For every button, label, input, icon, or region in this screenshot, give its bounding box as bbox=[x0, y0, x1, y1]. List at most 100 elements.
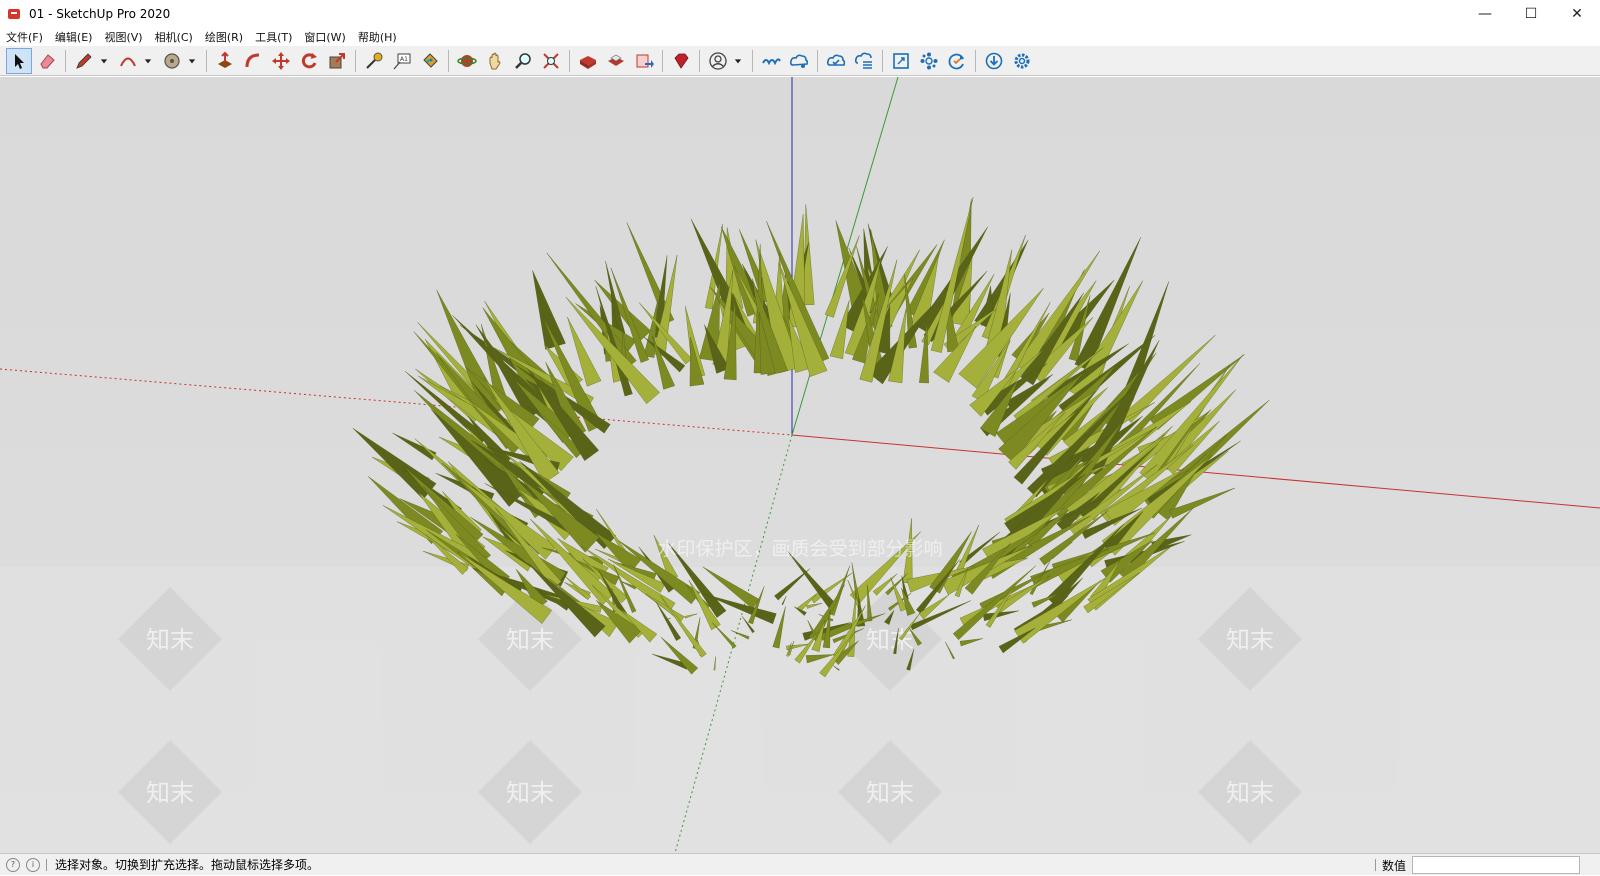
account-dropdown-chevron-icon[interactable] bbox=[733, 48, 743, 74]
push-pull-tool-button[interactable] bbox=[212, 48, 238, 74]
toolbar-separator bbox=[975, 49, 976, 72]
watermark-tile-text: 知末 bbox=[866, 779, 914, 807]
send-to-layout-button[interactable] bbox=[631, 48, 657, 74]
geo-location-icon[interactable]: ? bbox=[6, 857, 20, 872]
info-icon[interactable]: i bbox=[26, 857, 40, 872]
components-icon bbox=[920, 52, 938, 69]
eraser-icon bbox=[40, 53, 55, 68]
move-icon bbox=[272, 51, 290, 70]
grass-leaf bbox=[689, 337, 705, 387]
menu-window[interactable]: 窗口(W) bbox=[298, 29, 351, 45]
minimize-button[interactable]: — bbox=[1462, 0, 1508, 28]
refresh-button[interactable] bbox=[944, 48, 970, 74]
extension-warehouse-icon bbox=[608, 54, 624, 66]
circle-tool-button[interactable] bbox=[159, 48, 185, 74]
layout-icon bbox=[636, 54, 654, 68]
svg-text:A1: A1 bbox=[400, 56, 408, 63]
sketchup-logo-icon bbox=[8, 9, 20, 19]
close-button[interactable]: ✕ bbox=[1554, 0, 1600, 28]
download-button[interactable] bbox=[981, 48, 1007, 74]
toolbar-separator bbox=[752, 49, 753, 72]
measurements-label: 数值 bbox=[1381, 858, 1406, 873]
menu-bar: 文件(F) 编辑(E) 视图(V) 相机(C) 绘图(R) 工具(T) 窗口(W… bbox=[0, 28, 1600, 46]
settings-button[interactable] bbox=[1009, 48, 1035, 74]
account-button[interactable] bbox=[705, 48, 731, 74]
maximize-button[interactable]: ☐ bbox=[1508, 0, 1554, 28]
eraser-tool-button[interactable] bbox=[34, 48, 60, 74]
arc-tool-button[interactable] bbox=[115, 48, 141, 74]
extension-warehouse-button[interactable] bbox=[603, 48, 629, 74]
toolbar-separator bbox=[448, 49, 449, 72]
menu-file[interactable]: 文件(F) bbox=[0, 29, 49, 45]
cloud-sync-icon bbox=[826, 54, 846, 66]
rotate-icon bbox=[301, 52, 317, 68]
rotate-tool-button[interactable] bbox=[296, 48, 322, 74]
menu-camera[interactable]: 相机(C) bbox=[149, 29, 199, 45]
text-tool-button[interactable]: A1 bbox=[389, 48, 415, 74]
watermark-tile-text: 知末 bbox=[1226, 626, 1274, 654]
text-icon: A1 bbox=[393, 53, 411, 69]
zoom-extents-tool-button[interactable] bbox=[538, 48, 564, 74]
orbit-tool-button[interactable] bbox=[454, 48, 480, 74]
tape-measure-icon bbox=[366, 52, 383, 69]
select-tool-button[interactable] bbox=[6, 47, 32, 74]
pan-tool-button[interactable] bbox=[482, 48, 508, 74]
arc-dropdown-chevron-icon[interactable] bbox=[143, 48, 153, 74]
account-icon bbox=[709, 51, 727, 70]
toolbar-separator bbox=[817, 49, 818, 72]
shape-dropdown-chevron-icon[interactable] bbox=[187, 48, 197, 74]
follow-me-icon bbox=[245, 53, 260, 67]
cloud-list-icon bbox=[854, 52, 872, 69]
cloud-list-button[interactable] bbox=[851, 48, 877, 74]
follow-me-tool-button[interactable] bbox=[240, 48, 266, 74]
cloud-sync-button[interactable] bbox=[823, 48, 849, 74]
toolbar-separator bbox=[882, 49, 883, 72]
push-pull-icon bbox=[218, 51, 232, 68]
status-separator bbox=[46, 858, 47, 871]
pan-icon bbox=[489, 52, 501, 69]
toolbar-separator bbox=[569, 49, 570, 72]
trimble-share-icon bbox=[789, 54, 809, 68]
trimble-connect-icon bbox=[762, 57, 781, 65]
viewport-button[interactable] bbox=[888, 48, 914, 74]
move-tool-button[interactable] bbox=[268, 48, 294, 74]
tape-measure-tool-button[interactable] bbox=[361, 48, 387, 74]
main-toolbar: A1 bbox=[0, 46, 1600, 76]
watermark-tile-text: 知末 bbox=[1226, 779, 1274, 807]
toolbar-separator bbox=[355, 49, 356, 72]
pencil-dropdown-chevron-icon[interactable] bbox=[99, 48, 109, 74]
watermark-text: 水印保护区，画质会受到部分影响 bbox=[657, 538, 942, 560]
3d-warehouse-button[interactable] bbox=[575, 48, 601, 74]
trimble-connect-button[interactable] bbox=[758, 48, 784, 74]
components-button[interactable] bbox=[916, 48, 942, 74]
menu-view[interactable]: 视图(V) bbox=[98, 29, 148, 45]
ruby-console-button[interactable] bbox=[668, 48, 694, 74]
paint-bucket-tool-button[interactable] bbox=[417, 48, 443, 74]
pencil-tool-button[interactable] bbox=[71, 48, 97, 74]
window-controls: — ☐ ✕ bbox=[1462, 0, 1600, 28]
scale-tool-button[interactable] bbox=[324, 48, 350, 74]
orbit-icon bbox=[457, 54, 477, 67]
watermark-tile-text: 知末 bbox=[146, 626, 194, 654]
select-icon bbox=[15, 53, 24, 69]
refresh-icon bbox=[948, 53, 964, 69]
viewport-icon bbox=[893, 52, 909, 69]
circle-icon bbox=[164, 52, 180, 69]
arc-icon bbox=[120, 57, 136, 66]
drawing-viewport[interactable]: 知末 知末 知末 知末 知末 知末 知末 知末 水印保护区，画质会受到部分影响 bbox=[0, 77, 1600, 853]
status-separator bbox=[1374, 859, 1376, 871]
status-message: 选择对象。切换到扩充选择。拖动鼠标选择多项。 bbox=[55, 858, 320, 872]
zoom-tool-button[interactable] bbox=[510, 48, 536, 74]
menu-edit[interactable]: 编辑(E) bbox=[49, 29, 99, 45]
paint-bucket-icon bbox=[423, 52, 438, 68]
watermark-tile-text: 知末 bbox=[506, 626, 554, 654]
menu-draw[interactable]: 绘图(R) bbox=[199, 29, 249, 45]
measurements-input[interactable] bbox=[1412, 856, 1580, 874]
3d-warehouse-icon bbox=[580, 55, 596, 69]
menu-help[interactable]: 帮助(H) bbox=[352, 29, 403, 45]
menu-tools[interactable]: 工具(T) bbox=[249, 29, 298, 45]
measurements-area: 数值 bbox=[1369, 854, 1600, 876]
grass-leaf bbox=[532, 270, 566, 350]
trimble-share-button[interactable] bbox=[786, 48, 812, 74]
grass-leaf bbox=[392, 432, 437, 461]
